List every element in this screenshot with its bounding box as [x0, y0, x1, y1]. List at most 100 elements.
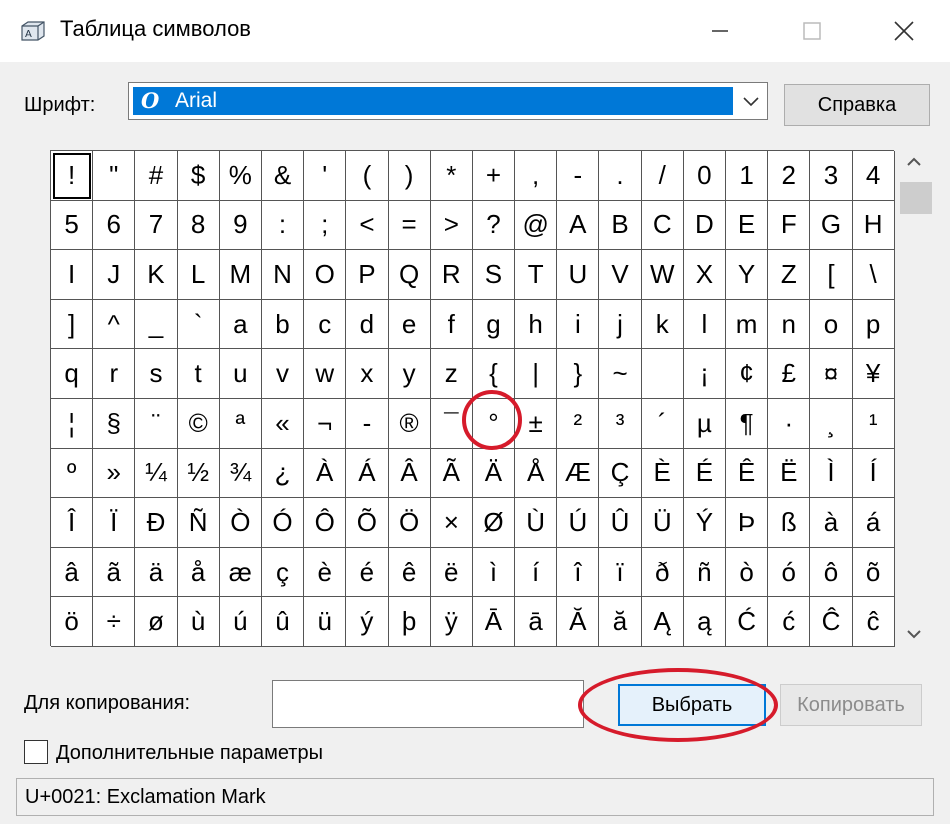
- char-cell[interactable]: ): [388, 151, 431, 201]
- char-cell[interactable]: p: [852, 299, 895, 350]
- char-cell[interactable]: â: [51, 547, 94, 598]
- char-cell[interactable]: Ú: [557, 498, 600, 548]
- char-cell[interactable]: ý: [346, 597, 389, 647]
- char-cell[interactable]: [: [810, 250, 853, 300]
- char-cell[interactable]: U: [557, 250, 600, 300]
- char-cell[interactable]: é: [346, 547, 389, 598]
- char-cell[interactable]: ï: [599, 547, 642, 598]
- char-cell[interactable]: Ć: [726, 597, 769, 647]
- char-cell[interactable]: Q: [388, 250, 431, 300]
- char-cell[interactable]: >: [430, 200, 473, 251]
- char-cell[interactable]: [641, 349, 684, 399]
- char-cell[interactable]: Þ: [726, 498, 769, 548]
- char-cell[interactable]: ă: [599, 597, 642, 647]
- char-cell[interactable]: b: [261, 299, 305, 350]
- char-cell[interactable]: ð: [641, 547, 684, 598]
- char-cell[interactable]: »: [93, 448, 136, 499]
- char-cell[interactable]: r: [93, 349, 136, 399]
- char-cell[interactable]: ê: [388, 547, 431, 598]
- char-cell[interactable]: î: [557, 547, 600, 598]
- char-cell[interactable]: ¦: [51, 398, 94, 449]
- font-dropdown[interactable]: O Arial: [128, 82, 768, 120]
- char-cell[interactable]: Å: [515, 448, 558, 499]
- char-cell[interactable]: _: [135, 299, 178, 350]
- char-cell[interactable]: 8: [177, 200, 220, 251]
- char-cell[interactable]: R: [430, 250, 473, 300]
- char-cell[interactable]: I: [51, 250, 94, 300]
- char-cell[interactable]: h: [515, 299, 558, 350]
- char-cell[interactable]: .: [599, 151, 642, 201]
- char-cell[interactable]: B: [599, 200, 642, 251]
- char-cell[interactable]: l: [683, 299, 726, 350]
- char-cell[interactable]: ą: [683, 597, 726, 647]
- char-cell[interactable]: ;: [304, 200, 347, 251]
- char-cell[interactable]: À: [304, 448, 347, 499]
- char-cell[interactable]: T: [515, 250, 558, 300]
- char-cell[interactable]: ü: [304, 597, 347, 647]
- char-cell[interactable]: ]: [51, 299, 94, 350]
- char-cell[interactable]: ÷: [93, 597, 136, 647]
- char-cell[interactable]: £: [768, 349, 811, 399]
- char-cell[interactable]: ó: [768, 547, 811, 598]
- char-cell[interactable]: &: [261, 151, 305, 201]
- char-cell[interactable]: ´: [641, 398, 684, 449]
- char-cell[interactable]: Í: [852, 448, 895, 499]
- char-cell[interactable]: Ï: [93, 498, 136, 548]
- char-cell[interactable]: M: [219, 250, 262, 300]
- char-cell[interactable]: á: [852, 498, 895, 548]
- char-cell[interactable]: G: [810, 200, 853, 251]
- grid-scrollbar[interactable]: [898, 150, 932, 646]
- char-cell[interactable]: s: [135, 349, 178, 399]
- copy-button[interactable]: Копировать: [780, 684, 922, 726]
- char-cell[interactable]: í: [515, 547, 558, 598]
- char-cell[interactable]: -: [557, 151, 600, 201]
- char-cell[interactable]: -: [346, 398, 389, 449]
- char-cell[interactable]: O: [304, 250, 347, 300]
- char-cell[interactable]: L: [177, 250, 220, 300]
- char-cell[interactable]: ò: [726, 547, 769, 598]
- char-cell[interactable]: u: [219, 349, 262, 399]
- char-cell[interactable]: ¶: [726, 398, 769, 449]
- char-cell[interactable]: W: [641, 250, 684, 300]
- char-cell[interactable]: ³: [599, 398, 642, 449]
- char-cell[interactable]: =: [388, 200, 431, 251]
- char-cell[interactable]: k: [641, 299, 684, 350]
- char-cell[interactable]: \: [852, 250, 895, 300]
- char-cell[interactable]: ': [304, 151, 347, 201]
- char-cell[interactable]: Ñ: [177, 498, 220, 548]
- char-cell[interactable]: ¾: [219, 448, 262, 499]
- char-cell[interactable]: ô: [810, 547, 853, 598]
- char-cell[interactable]: Ê: [726, 448, 769, 499]
- char-cell[interactable]: ç: [261, 547, 305, 598]
- minimize-button[interactable]: [690, 0, 750, 62]
- char-cell[interactable]: y: [388, 349, 431, 399]
- char-cell[interactable]: f: [430, 299, 473, 350]
- char-cell[interactable]: q: [51, 349, 94, 399]
- char-cell[interactable]: N: [261, 250, 305, 300]
- char-cell[interactable]: A: [557, 200, 600, 251]
- char-cell[interactable]: ½: [177, 448, 220, 499]
- char-cell[interactable]: ": [93, 151, 136, 201]
- char-cell[interactable]: c: [304, 299, 347, 350]
- char-cell[interactable]: Ø: [472, 498, 516, 548]
- char-cell[interactable]: (: [346, 151, 389, 201]
- help-button[interactable]: Справка: [784, 84, 930, 126]
- char-cell[interactable]: ,: [515, 151, 558, 201]
- char-cell[interactable]: 3: [810, 151, 853, 201]
- char-cell[interactable]: Ò: [219, 498, 262, 548]
- close-button[interactable]: [874, 0, 934, 62]
- char-cell[interactable]: Z: [768, 250, 811, 300]
- char-cell[interactable]: ¢: [726, 349, 769, 399]
- char-cell[interactable]: X: [683, 250, 726, 300]
- char-cell[interactable]: ~: [599, 349, 642, 399]
- char-cell[interactable]: *: [430, 151, 473, 201]
- char-cell[interactable]: ÿ: [430, 597, 473, 647]
- char-cell[interactable]: º: [51, 448, 94, 499]
- char-cell[interactable]: Ô: [304, 498, 347, 548]
- char-cell[interactable]: Ü: [641, 498, 684, 548]
- char-cell[interactable]: ?: [472, 200, 516, 251]
- char-cell[interactable]: ¹: [852, 398, 895, 449]
- char-cell[interactable]: Ã: [430, 448, 473, 499]
- char-cell[interactable]: ¸: [810, 398, 853, 449]
- char-cell[interactable]: õ: [852, 547, 895, 598]
